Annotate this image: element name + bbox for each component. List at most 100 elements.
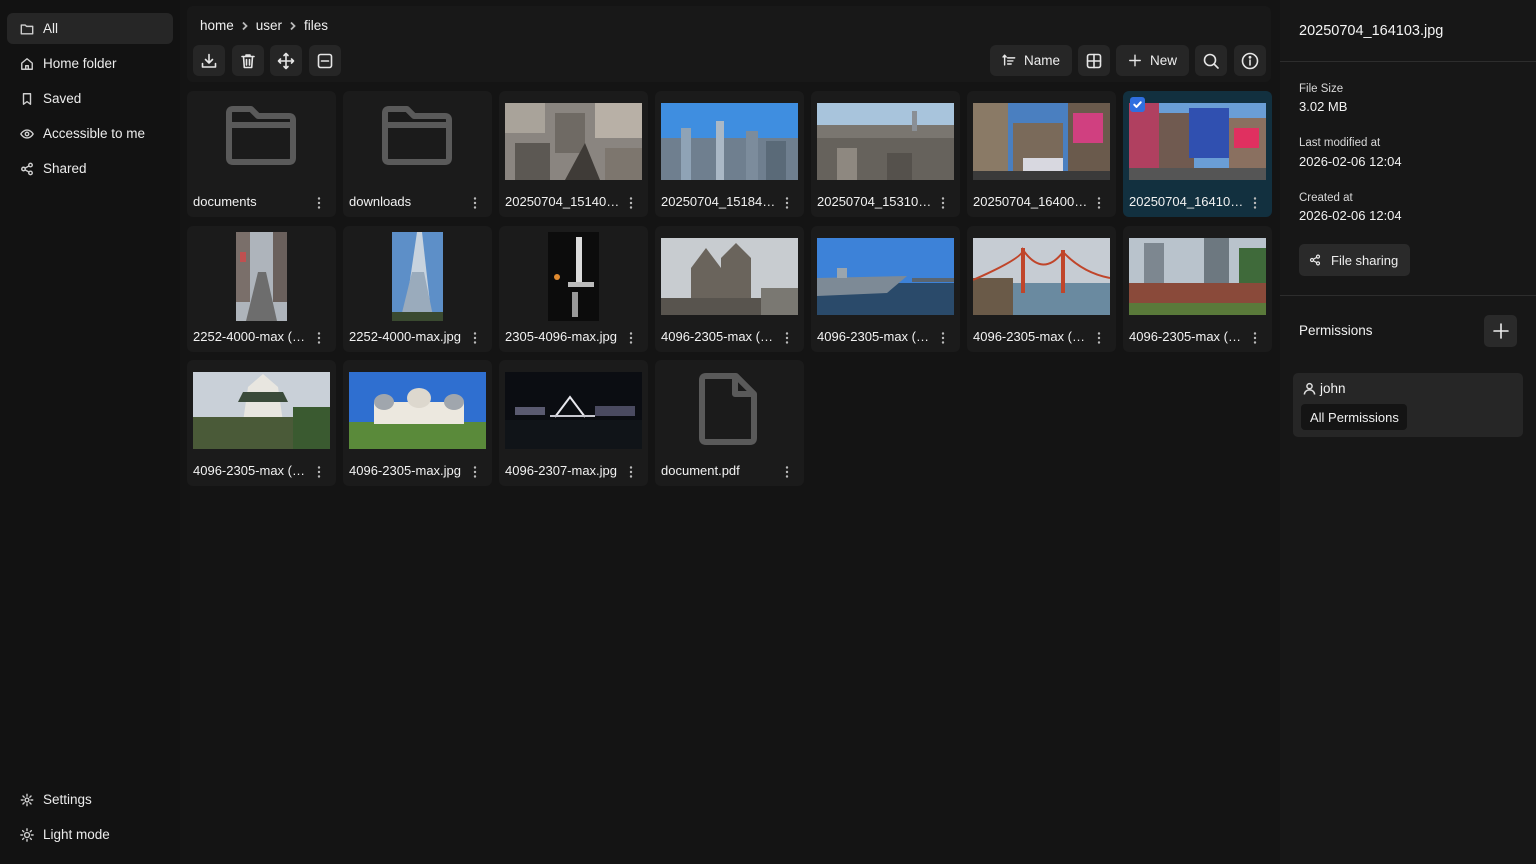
file-name: 4096-2305-max (5).jpg bbox=[193, 463, 311, 478]
folder-icon bbox=[20, 23, 34, 35]
sidebar-item-shared[interactable]: Shared bbox=[7, 153, 173, 184]
more-options-button[interactable] bbox=[624, 195, 638, 211]
modified-label: Last modified at bbox=[1299, 137, 1381, 149]
image-thumbnail bbox=[236, 232, 287, 321]
sidebar-item-label: Light mode bbox=[43, 827, 110, 842]
file-name: documents bbox=[193, 194, 257, 209]
more-options-button[interactable] bbox=[936, 330, 950, 346]
sidebar-item-accessible[interactable]: Accessible to me bbox=[7, 118, 173, 149]
image-thumbnail bbox=[817, 103, 954, 180]
kebab-icon bbox=[317, 466, 321, 478]
file-card[interactable]: document.pdf bbox=[655, 360, 804, 486]
sort-button[interactable]: Name bbox=[990, 45, 1072, 76]
file-name: 20250704_151849.jpg bbox=[661, 194, 779, 209]
more-options-button[interactable] bbox=[624, 330, 638, 346]
delete-button[interactable] bbox=[232, 45, 264, 76]
view-toggle-button[interactable] bbox=[1078, 45, 1110, 76]
file-name: 4096-2307-max.jpg bbox=[505, 463, 618, 478]
new-label: New bbox=[1149, 53, 1177, 68]
file-size-label: File Size bbox=[1299, 83, 1344, 95]
more-options-button[interactable] bbox=[1248, 195, 1262, 211]
kebab-icon bbox=[1253, 197, 1257, 209]
add-permission-button[interactable] bbox=[1484, 315, 1517, 347]
deselect-button[interactable] bbox=[309, 45, 341, 76]
more-options-button[interactable] bbox=[1248, 330, 1262, 346]
search-button[interactable] bbox=[1195, 45, 1227, 76]
more-options-button[interactable] bbox=[312, 195, 326, 211]
file-name: downloads bbox=[349, 194, 412, 209]
file-sharing-button[interactable]: File sharing bbox=[1299, 244, 1411, 276]
main-area: home user files Name New documents downl… bbox=[180, 0, 1280, 864]
permission-level-badge[interactable]: All Permissions bbox=[1301, 404, 1407, 430]
file-card[interactable]: 4096-2305-max (2).jpg bbox=[811, 226, 960, 352]
share-icon bbox=[1309, 254, 1321, 266]
sidebar-item-label: Shared bbox=[43, 161, 87, 176]
more-options-button[interactable] bbox=[1092, 195, 1106, 211]
breadcrumb-user[interactable]: user bbox=[256, 18, 282, 33]
download-button[interactable] bbox=[193, 45, 225, 76]
file-card[interactable]: documents bbox=[187, 91, 336, 217]
sort-label: Name bbox=[1023, 53, 1060, 68]
file-card[interactable]: 20250704_151408.jpg bbox=[499, 91, 648, 217]
more-options-button[interactable] bbox=[312, 464, 326, 480]
more-options-button[interactable] bbox=[468, 330, 482, 346]
move-icon bbox=[277, 52, 295, 69]
divider bbox=[1280, 295, 1536, 296]
file-card[interactable]: 4096-2305-max (1).jpg bbox=[655, 226, 804, 352]
move-button[interactable] bbox=[270, 45, 302, 76]
file-card[interactable]: downloads bbox=[343, 91, 492, 217]
more-options-button[interactable] bbox=[468, 464, 482, 480]
sidebar-item-settings[interactable]: Settings bbox=[7, 784, 173, 815]
folder-icon bbox=[382, 106, 452, 165]
sidebar-item-saved[interactable]: Saved bbox=[7, 83, 173, 114]
grid-icon bbox=[1086, 53, 1102, 68]
search-icon bbox=[1203, 53, 1219, 69]
file-card[interactable]: 4096-2307-max.jpg bbox=[499, 360, 648, 486]
kebab-icon bbox=[1253, 332, 1257, 344]
more-options-button[interactable] bbox=[468, 195, 482, 211]
more-options-button[interactable] bbox=[780, 195, 794, 211]
file-name: 20250704_164103.jpg bbox=[1129, 194, 1247, 209]
trash-icon bbox=[241, 53, 255, 68]
file-card[interactable]: 4096-2305-max (3).jpg bbox=[967, 226, 1116, 352]
more-options-button[interactable] bbox=[780, 330, 794, 346]
kebab-icon bbox=[629, 466, 633, 478]
breadcrumb-home[interactable]: home bbox=[200, 18, 234, 33]
file-name: 4096-2305-max (4).jpg bbox=[1129, 329, 1247, 344]
file-card-selected[interactable]: 20250704_164103.jpg bbox=[1123, 91, 1272, 217]
more-options-button[interactable] bbox=[936, 195, 950, 211]
image-thumbnail bbox=[973, 103, 1110, 180]
file-card[interactable]: 4096-2305-max.jpg bbox=[343, 360, 492, 486]
sidebar-item-all[interactable]: All bbox=[7, 13, 173, 44]
details-title: 20250704_164103.jpg bbox=[1299, 23, 1444, 39]
header: home user files Name New bbox=[187, 6, 1271, 82]
kebab-icon bbox=[941, 332, 945, 344]
eye-icon bbox=[20, 128, 34, 139]
more-options-button[interactable] bbox=[1092, 330, 1106, 346]
selection-checkbox[interactable] bbox=[1130, 97, 1145, 112]
more-options-button[interactable] bbox=[780, 464, 794, 480]
sidebar-item-home-folder[interactable]: Home folder bbox=[7, 48, 173, 79]
file-card[interactable]: 2305-4096-max.jpg bbox=[499, 226, 648, 352]
file-card[interactable]: 4096-2305-max (5).jpg bbox=[187, 360, 336, 486]
image-thumbnail bbox=[661, 238, 798, 315]
kebab-icon bbox=[473, 466, 477, 478]
file-name: 4096-2305-max (1).jpg bbox=[661, 329, 779, 344]
file-card[interactable]: 20250704_153105.jpg bbox=[811, 91, 960, 217]
file-card[interactable]: 20250704_164002.jpg bbox=[967, 91, 1116, 217]
bookmark-icon bbox=[22, 92, 32, 105]
file-card[interactable]: 2252-4000-max (1).jpg bbox=[187, 226, 336, 352]
file-card[interactable]: 4096-2305-max (4).jpg bbox=[1123, 226, 1272, 352]
sidebar-item-light-mode[interactable]: Light mode bbox=[7, 819, 173, 850]
file-card[interactable]: 2252-4000-max.jpg bbox=[343, 226, 492, 352]
more-options-button[interactable] bbox=[312, 330, 326, 346]
file-name: 2252-4000-max (1).jpg bbox=[193, 329, 311, 344]
file-name: 4096-2305-max (3).jpg bbox=[973, 329, 1091, 344]
info-button[interactable] bbox=[1234, 45, 1266, 76]
more-options-button[interactable] bbox=[624, 464, 638, 480]
kebab-icon bbox=[473, 332, 477, 344]
new-button[interactable]: New bbox=[1116, 45, 1189, 76]
file-card[interactable]: 20250704_151849.jpg bbox=[655, 91, 804, 217]
document-icon bbox=[699, 373, 757, 445]
breadcrumb-files[interactable]: files bbox=[304, 18, 328, 33]
